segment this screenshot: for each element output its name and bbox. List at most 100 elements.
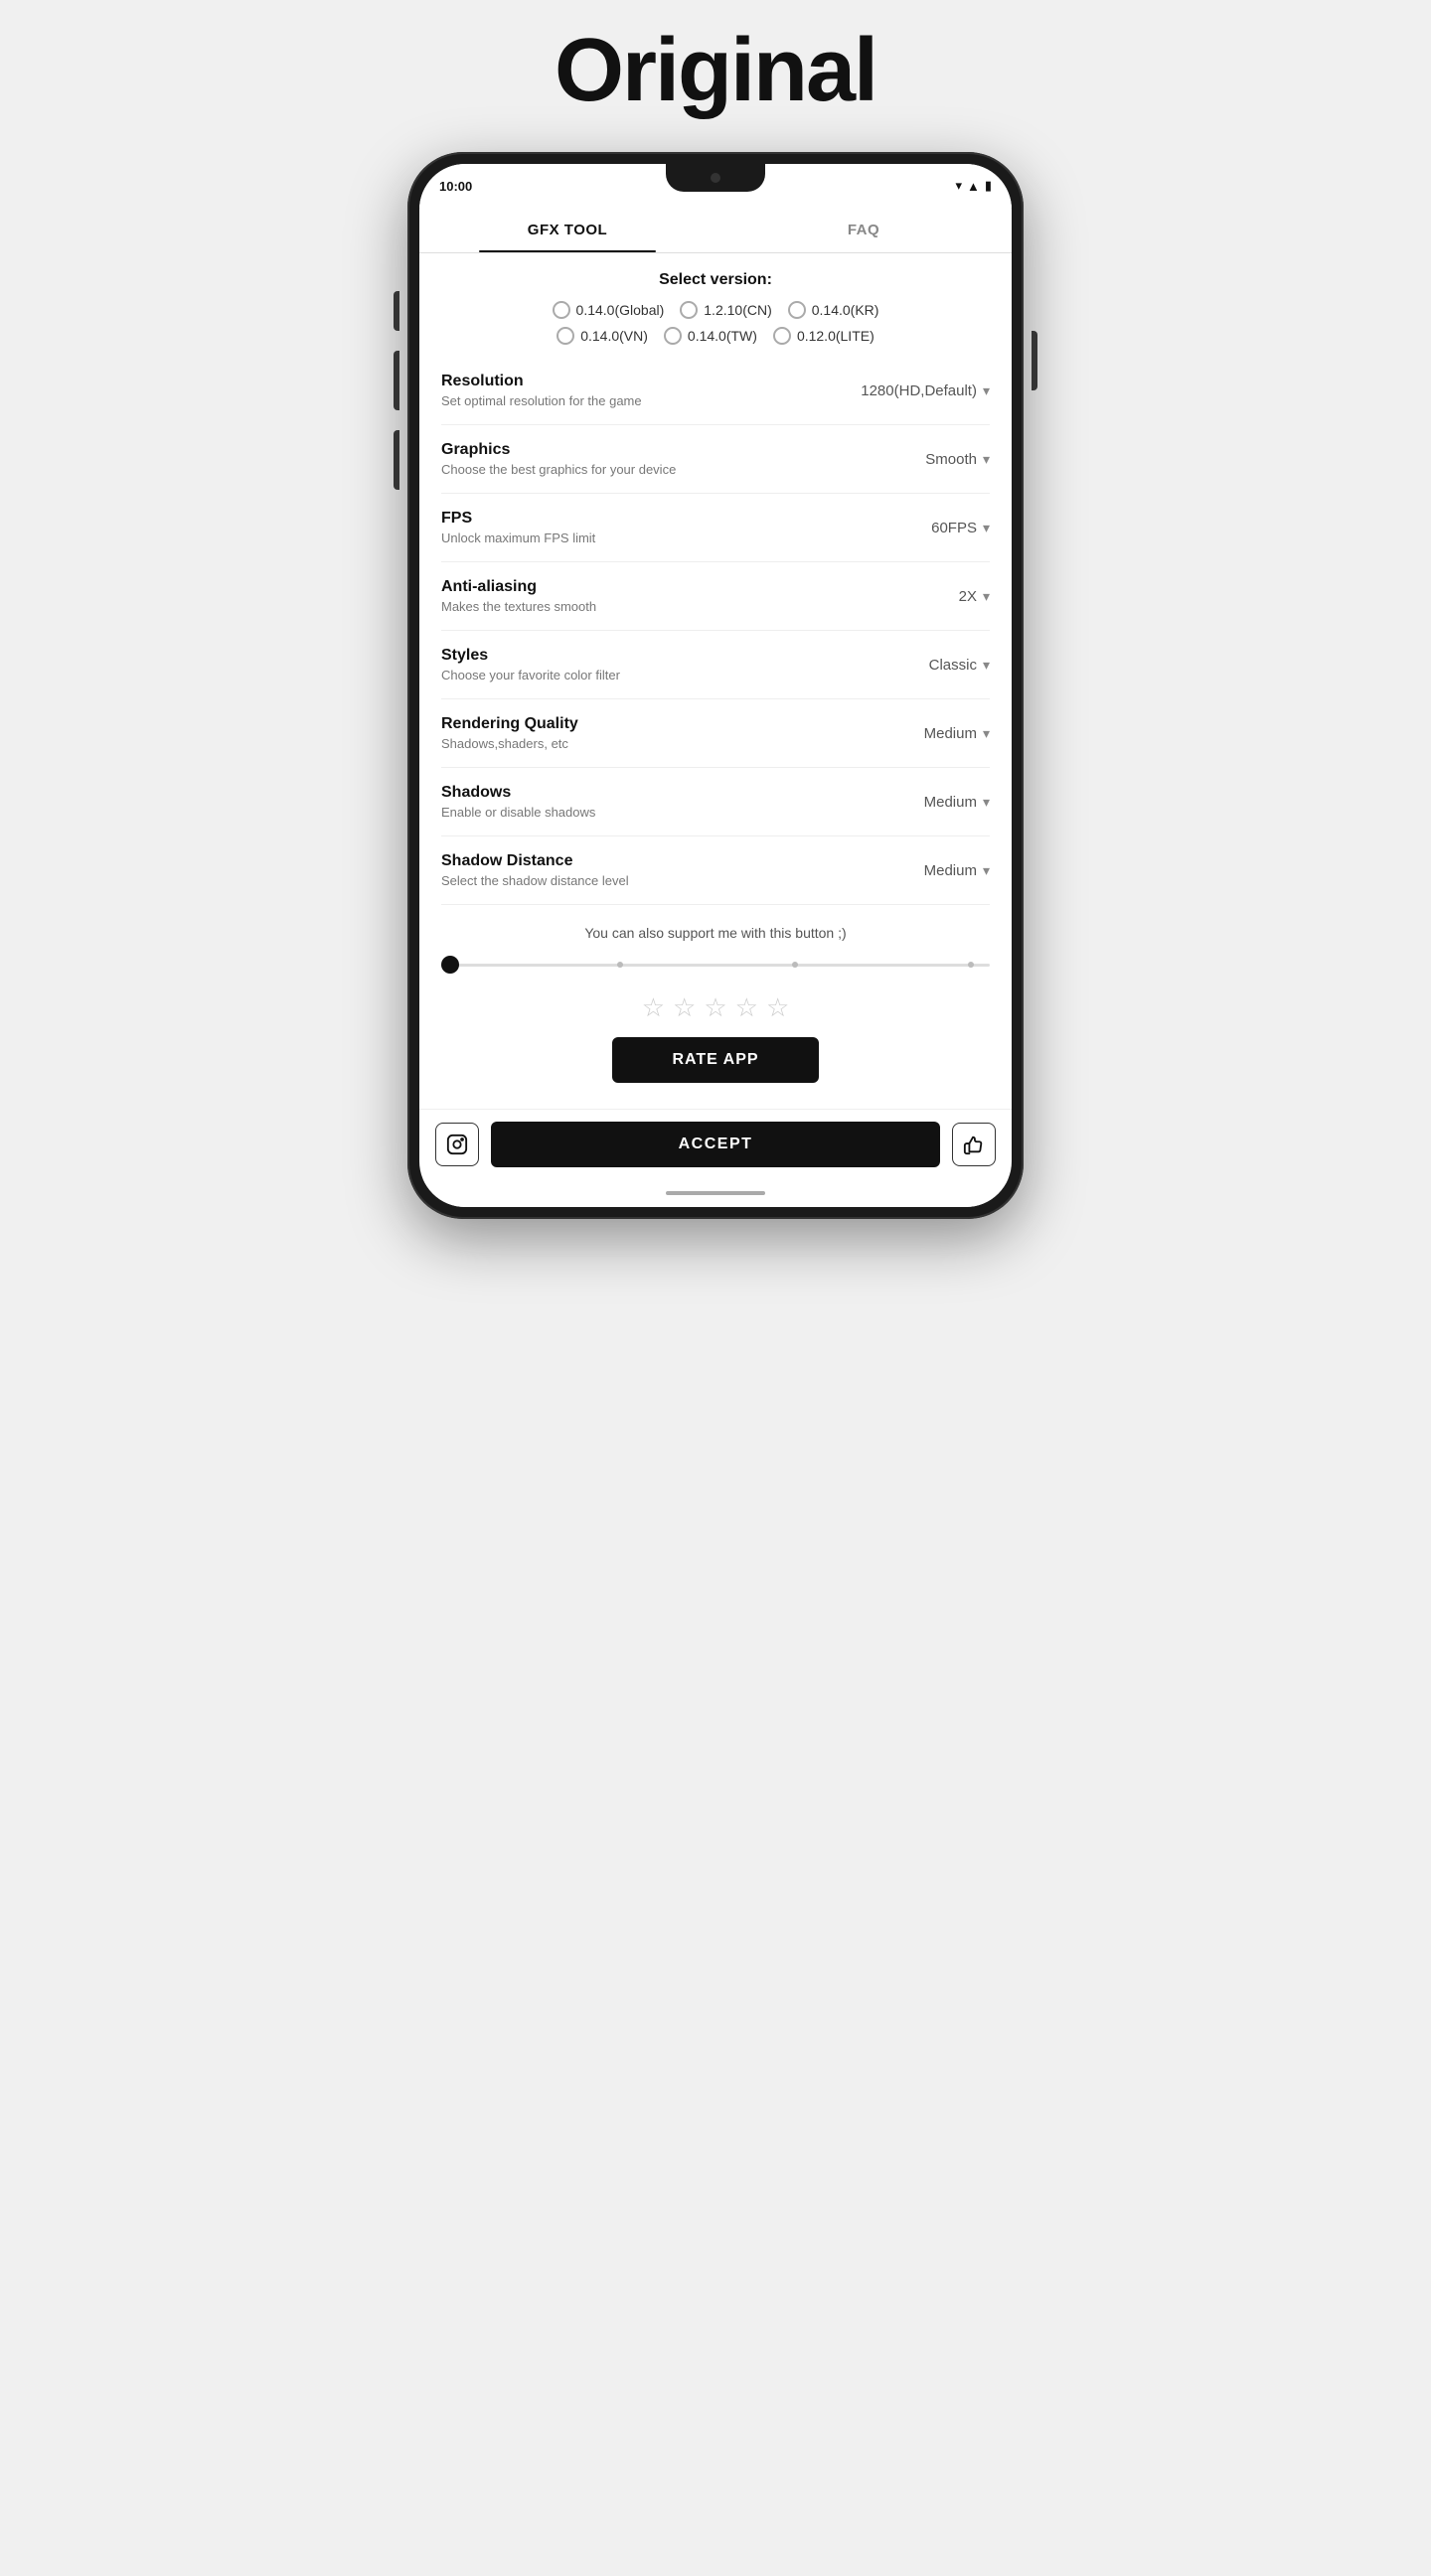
setting-styles-value: Classic (929, 657, 977, 674)
setting-antialiasing-info: Anti-aliasing Makes the textures smooth (441, 578, 871, 614)
slider-dot-1 (617, 962, 623, 968)
setting-shadows: Shadows Enable or disable shadows Medium… (441, 768, 990, 836)
slider-container[interactable] (441, 955, 990, 975)
setting-graphics-control[interactable]: Smooth ▾ (871, 451, 990, 468)
camera (711, 173, 720, 183)
thumbsup-icon (963, 1134, 985, 1155)
power-button (1032, 331, 1037, 390)
setting-antialiasing-value: 2X (959, 588, 977, 605)
setting-graphics: Graphics Choose the best graphics for yo… (441, 425, 990, 494)
setting-graphics-info: Graphics Choose the best graphics for yo… (441, 441, 871, 477)
radio-lite[interactable] (773, 327, 791, 345)
instagram-button[interactable] (435, 1123, 479, 1166)
version-label-lite: 0.12.0(LITE) (797, 328, 874, 344)
version-option-lite[interactable]: 0.12.0(LITE) (773, 327, 874, 345)
setting-fps-desc: Unlock maximum FPS limit (441, 530, 871, 545)
phone-screen: 10:00 ▾ ▲ ▮ GFX TOOL FAQ Select ve (419, 164, 1012, 1207)
accept-button[interactable]: ACCEPT (491, 1122, 940, 1167)
setting-styles-title: Styles (441, 647, 871, 665)
star-5[interactable]: ☆ (766, 992, 789, 1023)
chevron-down-icon: ▾ (983, 862, 990, 879)
home-indicator (419, 1179, 1012, 1207)
setting-fps-value: 60FPS (931, 520, 977, 536)
signal-icon: ▲ (967, 179, 980, 194)
setting-rendering-quality-value: Medium (924, 725, 977, 742)
page-wrapper: Original 10:00 ▾ ▲ ▮ GFX TOOL (318, 20, 1113, 1219)
slider-thumb[interactable] (441, 956, 459, 974)
setting-shadow-distance-control[interactable]: Medium ▾ (871, 862, 990, 879)
volume-up-button (394, 351, 399, 410)
star-2[interactable]: ☆ (673, 992, 696, 1023)
setting-shadows-desc: Enable or disable shadows (441, 805, 871, 820)
version-label-vn: 0.14.0(VN) (580, 328, 648, 344)
rate-app-button[interactable]: RATE APP (612, 1037, 818, 1083)
star-3[interactable]: ☆ (704, 992, 726, 1023)
setting-resolution-desc: Set optimal resolution for the game (441, 393, 861, 408)
setting-rendering-quality: Rendering Quality Shadows,shaders, etc M… (441, 699, 990, 768)
version-label-kr: 0.14.0(KR) (812, 302, 879, 318)
chevron-down-icon: ▾ (983, 451, 990, 468)
setting-shadow-distance-title: Shadow Distance (441, 852, 871, 870)
version-option-kr[interactable]: 0.14.0(KR) (788, 301, 879, 319)
setting-resolution-value: 1280(HD,Default) (861, 382, 977, 399)
setting-fps-control[interactable]: 60FPS ▾ (871, 520, 990, 536)
setting-rendering-quality-info: Rendering Quality Shadows,shaders, etc (441, 715, 871, 751)
slider-track (441, 964, 990, 967)
version-option-global[interactable]: 0.14.0(Global) (553, 301, 665, 319)
setting-styles-info: Styles Choose your favorite color filter (441, 647, 871, 682)
main-content: Select version: 0.14.0(Global) 1.2.10(CN… (419, 253, 1012, 1109)
version-label-cn: 1.2.10(CN) (704, 302, 771, 318)
home-bar (666, 1191, 765, 1195)
setting-shadows-value: Medium (924, 794, 977, 811)
instagram-icon (446, 1134, 468, 1155)
setting-styles-desc: Choose your favorite color filter (441, 668, 871, 682)
version-option-tw[interactable]: 0.14.0(TW) (664, 327, 757, 345)
radio-tw[interactable] (664, 327, 682, 345)
setting-fps-title: FPS (441, 510, 871, 528)
version-option-vn[interactable]: 0.14.0(VN) (556, 327, 648, 345)
select-version-section: Select version: 0.14.0(Global) 1.2.10(CN… (441, 253, 990, 357)
tab-faq[interactable]: FAQ (716, 208, 1012, 252)
radio-global[interactable] (553, 301, 570, 319)
notch (666, 164, 765, 192)
setting-graphics-desc: Choose the best graphics for your device (441, 462, 871, 477)
setting-antialiasing-desc: Makes the textures smooth (441, 599, 871, 614)
wifi-icon: ▾ (955, 178, 962, 194)
chevron-down-icon: ▾ (983, 657, 990, 674)
tab-gfx-tool[interactable]: GFX TOOL (419, 208, 716, 252)
star-1[interactable]: ☆ (642, 992, 665, 1023)
setting-styles: Styles Choose your favorite color filter… (441, 631, 990, 699)
page-title: Original (555, 20, 876, 122)
radio-vn[interactable] (556, 327, 574, 345)
setting-resolution-control[interactable]: 1280(HD,Default) ▾ (861, 382, 990, 399)
chevron-down-icon: ▾ (983, 725, 990, 742)
version-option-cn[interactable]: 1.2.10(CN) (680, 301, 771, 319)
like-button[interactable] (952, 1123, 996, 1166)
setting-rendering-quality-desc: Shadows,shaders, etc (441, 736, 871, 751)
setting-shadow-distance-desc: Select the shadow distance level (441, 873, 871, 888)
slider-dot-3 (968, 962, 974, 968)
star-4[interactable]: ☆ (735, 992, 758, 1023)
silent-button (394, 291, 399, 331)
status-time: 10:00 (439, 179, 472, 194)
version-row-1: 0.14.0(Global) 1.2.10(CN) 0.14.0(KR) (441, 301, 990, 319)
chevron-down-icon: ▾ (983, 794, 990, 811)
select-version-label: Select version: (441, 271, 990, 289)
setting-resolution-info: Resolution Set optimal resolution for th… (441, 373, 861, 408)
setting-fps-info: FPS Unlock maximum FPS limit (441, 510, 871, 545)
setting-rendering-quality-control[interactable]: Medium ▾ (871, 725, 990, 742)
radio-cn[interactable] (680, 301, 698, 319)
version-label-tw: 0.14.0(TW) (688, 328, 757, 344)
setting-shadows-control[interactable]: Medium ▾ (871, 794, 990, 811)
setting-styles-control[interactable]: Classic ▾ (871, 657, 990, 674)
setting-resolution-title: Resolution (441, 373, 861, 390)
setting-shadows-title: Shadows (441, 784, 871, 802)
stars-row: ☆ ☆ ☆ ☆ ☆ (441, 992, 990, 1023)
radio-kr[interactable] (788, 301, 806, 319)
volume-down-button (394, 430, 399, 490)
support-text: You can also support me with this button… (441, 925, 990, 941)
setting-fps: FPS Unlock maximum FPS limit 60FPS ▾ (441, 494, 990, 562)
version-row-2: 0.14.0(VN) 0.14.0(TW) 0.12.0(LITE) (441, 327, 990, 345)
battery-icon: ▮ (985, 178, 992, 194)
setting-antialiasing-control[interactable]: 2X ▾ (871, 588, 990, 605)
